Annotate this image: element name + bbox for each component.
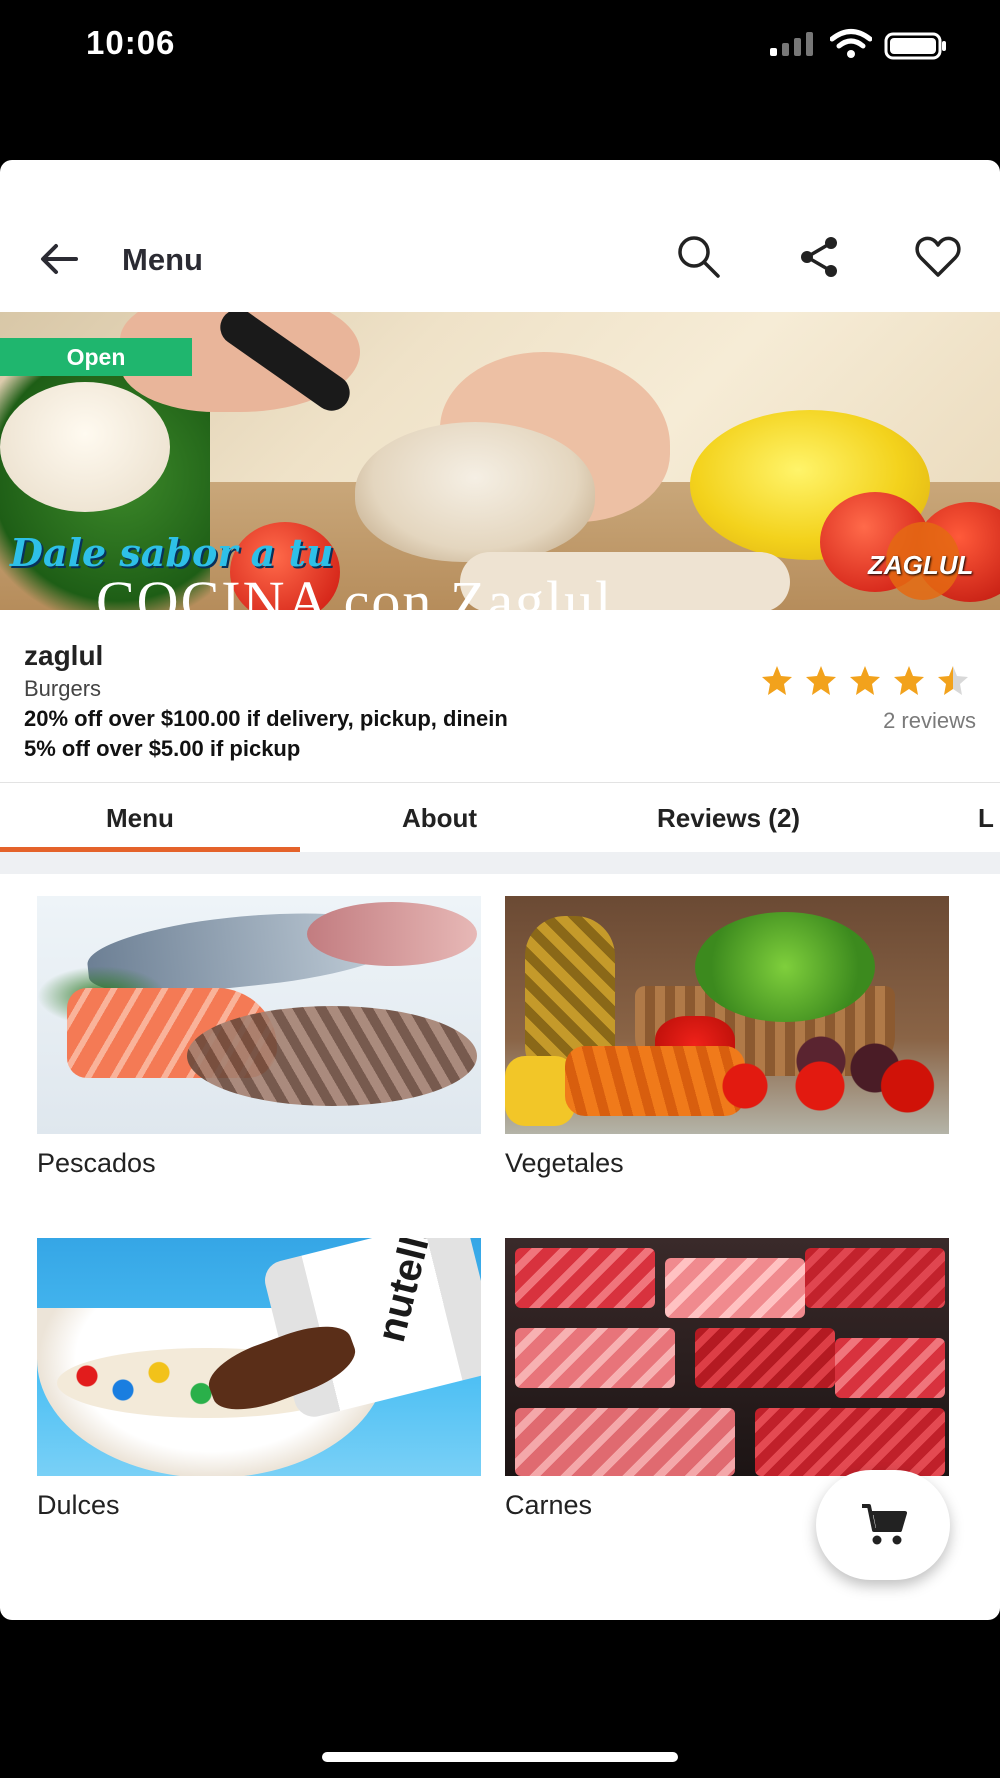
share-icon[interactable] [796, 234, 842, 280]
app-bar: Menu [0, 160, 1000, 310]
category-image [505, 1238, 949, 1476]
tab-about[interactable]: About [402, 803, 477, 834]
cart-icon [862, 1504, 907, 1545]
category-image [505, 896, 949, 1134]
heart-icon[interactable] [914, 234, 962, 280]
home-indicator[interactable] [322, 1752, 678, 1762]
star-icon [806, 666, 836, 695]
promo-text: 20% off over $100.00 if delivery, pickup… [24, 706, 508, 731]
battery-icon [884, 32, 946, 60]
tab-more[interactable]: L [978, 803, 994, 834]
star-icon [762, 666, 792, 695]
tab-menu[interactable]: Menu [106, 803, 174, 834]
signal-icon [770, 32, 813, 56]
star-icon [850, 666, 880, 695]
back-arrow-icon[interactable] [36, 236, 82, 282]
category-label: Pescados [37, 1148, 156, 1178]
app-screen: Menu ZAGLUL Dale sabor a tu COCINA con Z… [0, 160, 1000, 1620]
store-category: Burgers [24, 676, 102, 701]
category-label: Vegetales [505, 1148, 624, 1178]
category-image [37, 896, 481, 1134]
section-divider [0, 852, 1000, 874]
cart-button[interactable] [816, 1470, 950, 1580]
search-icon[interactable] [674, 232, 724, 282]
open-status-badge: Open [0, 338, 192, 376]
category-card-vegetales[interactable]: Vegetales [505, 896, 949, 1179]
tab-reviews[interactable]: Reviews (2) [657, 803, 800, 834]
category-card-dulces[interactable]: nutella Dulces [37, 1238, 481, 1521]
store-banner: ZAGLUL Dale sabor a tu COCINA con Zaglul… [0, 312, 1000, 610]
banner-bowl [0, 382, 170, 512]
store-name: zaglul [24, 640, 104, 671]
reviews-count[interactable]: 2 reviews [883, 708, 976, 734]
rating-stars [762, 666, 968, 695]
promo-text: 5% off over $5.00 if pickup [24, 736, 301, 761]
status-bar: 10:06 [0, 0, 1000, 90]
tab-bar: Menu About Reviews (2) L [0, 782, 1000, 852]
banner-mushroom [355, 422, 595, 562]
half-star-icon [938, 666, 968, 695]
status-time: 10:06 [86, 24, 176, 61]
category-image: nutella [37, 1238, 481, 1476]
category-card-pescados[interactable]: Pescados [37, 896, 481, 1179]
wifi-icon [830, 29, 872, 58]
star-icon [894, 666, 924, 695]
brand-logo: ZAGLUL [868, 550, 974, 580]
page-title: Menu [122, 242, 203, 277]
category-label: Dulces [37, 1490, 120, 1520]
banner-caption-secondary: COCINA con Zaglul [96, 569, 614, 610]
